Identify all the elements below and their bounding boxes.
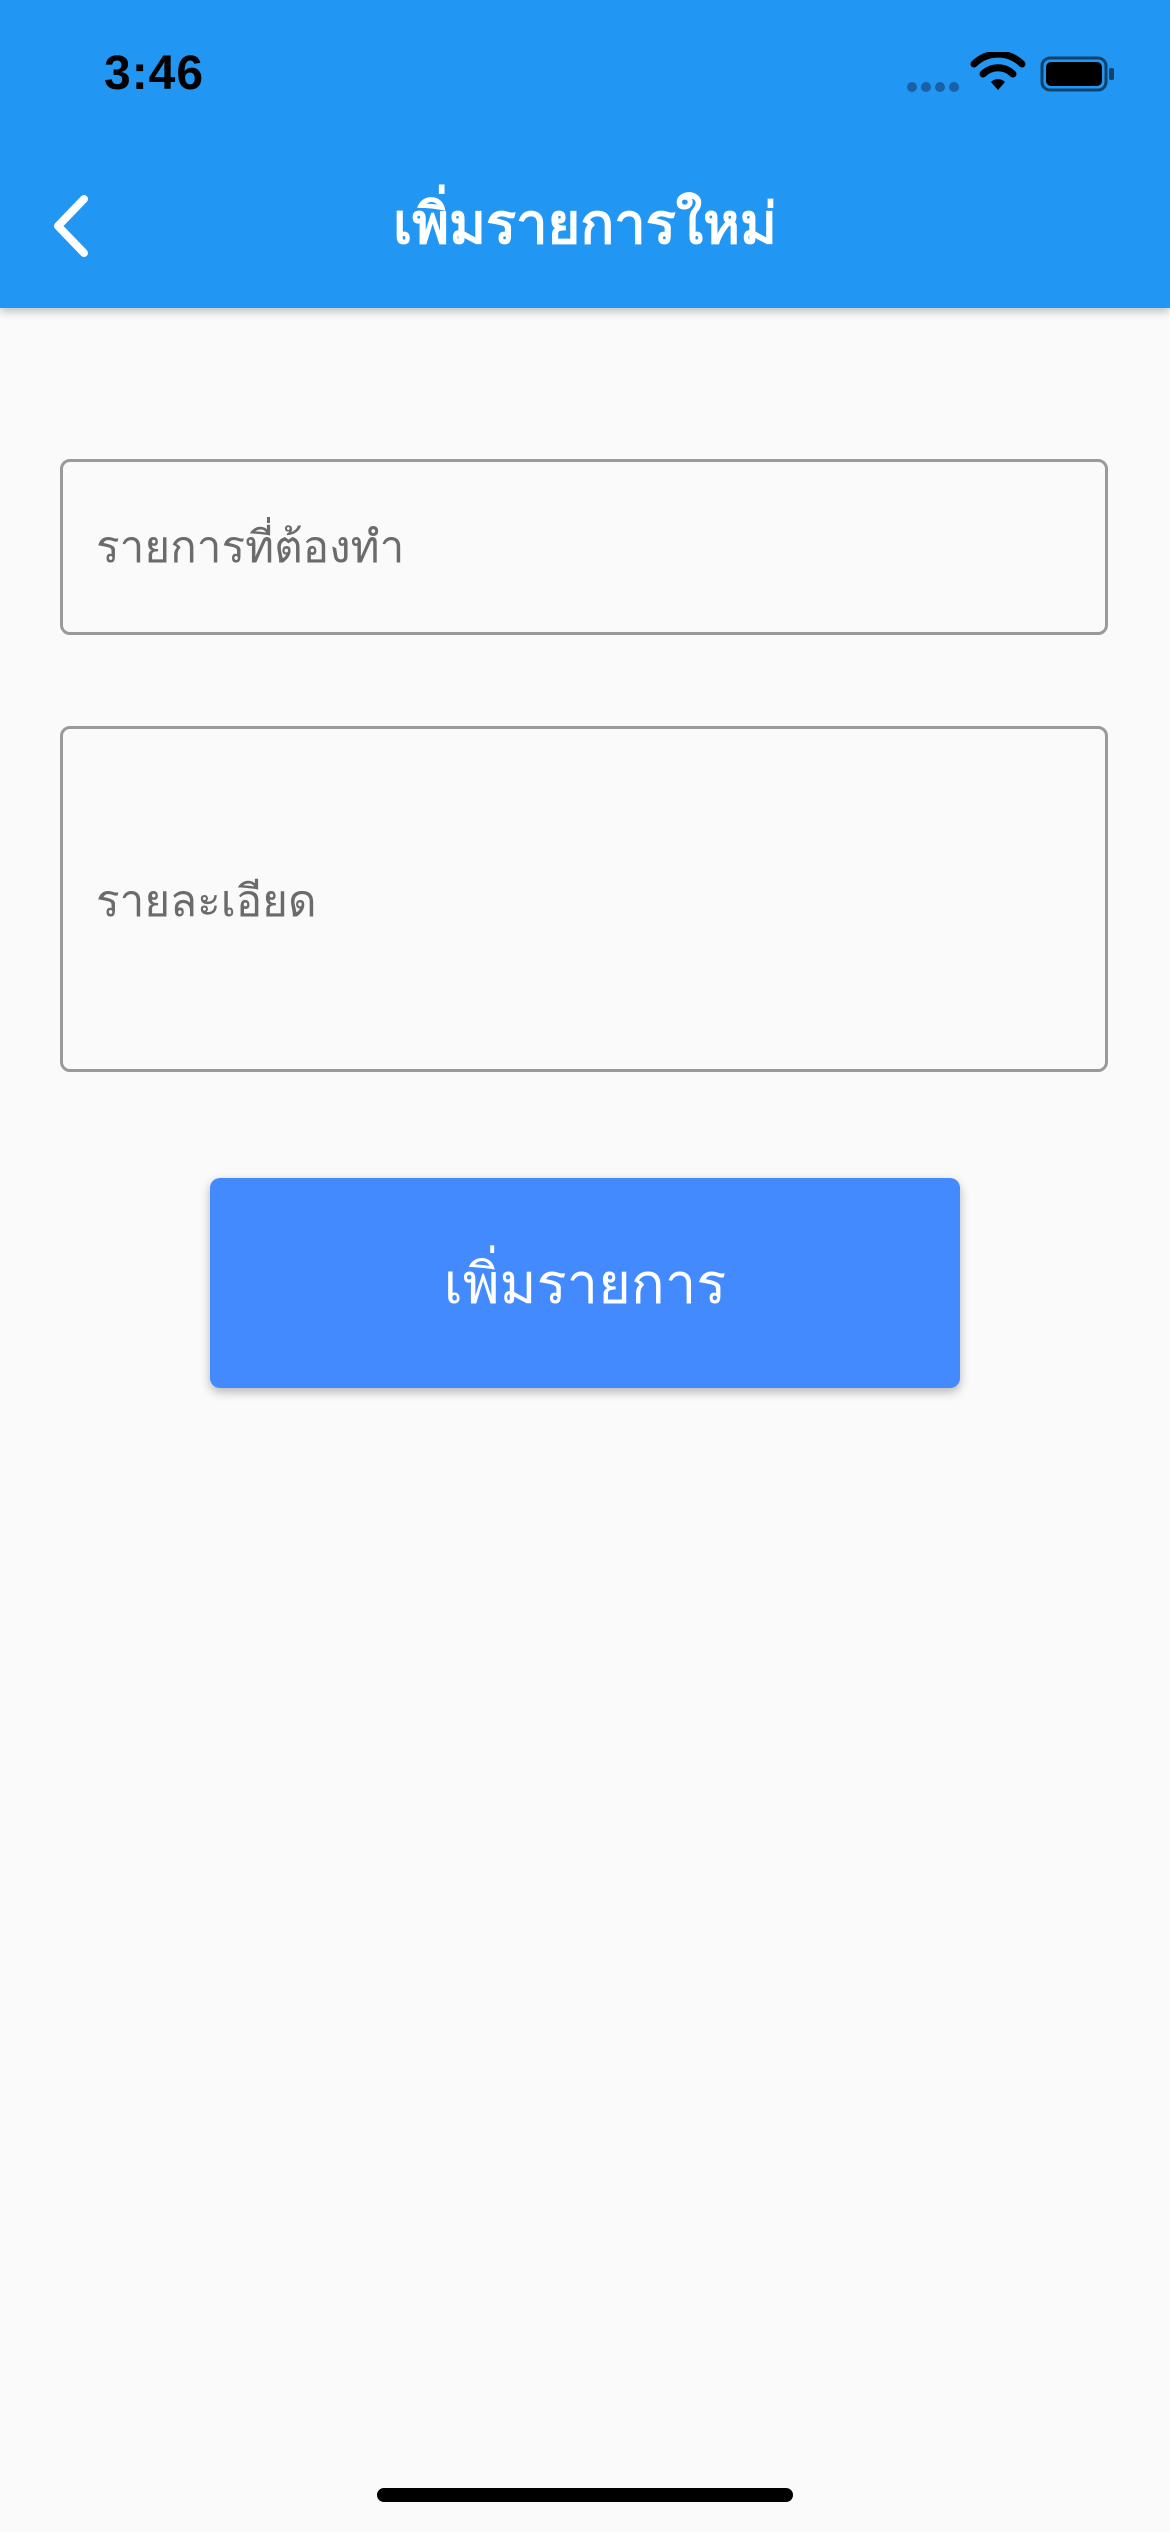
status-time: 3:46 xyxy=(104,47,205,100)
add-item-button[interactable]: เพิ่มรายการ xyxy=(210,1178,960,1388)
todo-detail-field[interactable] xyxy=(60,726,1108,1072)
wifi-icon xyxy=(970,52,1026,90)
chevron-left-icon xyxy=(54,195,88,257)
back-button[interactable] xyxy=(30,178,110,274)
todo-title-input[interactable] xyxy=(63,462,1105,632)
todo-title-field[interactable] xyxy=(60,459,1108,635)
todo-detail-input[interactable] xyxy=(63,729,1105,1069)
page-title: เพิ่มรายการใหม่ xyxy=(393,192,777,257)
home-indicator[interactable] xyxy=(377,2488,793,2502)
cellular-signal-icon xyxy=(907,82,959,92)
battery-icon xyxy=(1040,56,1114,92)
app-bar: 3:46 เพิ่มรายการใหม่ xyxy=(0,0,1170,308)
